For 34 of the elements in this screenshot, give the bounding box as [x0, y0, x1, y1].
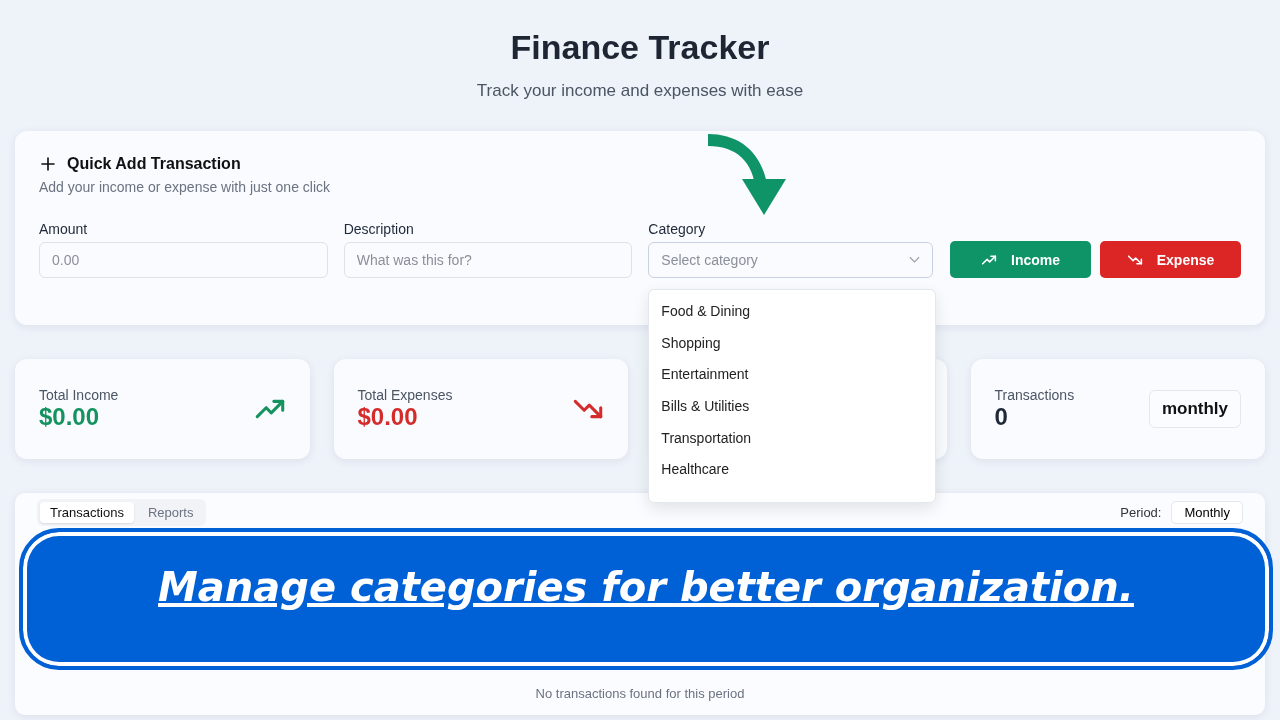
stat-label: Total Income	[39, 387, 119, 403]
card-subtitle: Add your income or expense with just one click	[39, 179, 332, 195]
caption-text: Manage categories for better organization.	[158, 564, 1134, 610]
tab[interactable]: Transactions	[40, 502, 134, 523]
dropdown-option[interactable]: Transportation	[649, 422, 936, 455]
trending-down-icon	[1126, 252, 1143, 267]
field-label: Amount	[39, 221, 89, 237]
trending-up-icon	[981, 252, 997, 267]
field-label: Description	[343, 221, 415, 237]
dropdown-option[interactable]: Healthcare	[649, 454, 936, 487]
dropdown-option[interactable]: Food & Dining	[649, 296, 936, 328]
stat-value: 0	[994, 403, 1009, 431]
dropdown-option[interactable]: Entertainment	[649, 359, 936, 392]
page-subtitle: Track your income and expenses with ease	[475, 81, 805, 101]
period-select[interactable]: Monthly	[1171, 501, 1243, 524]
expense-button[interactable]: Expense	[1100, 241, 1241, 278]
dropdown-option[interactable]: Shopping	[649, 327, 936, 360]
page-title: Finance Tracker	[509, 28, 771, 67]
field-label: Category	[648, 221, 707, 237]
input-field[interactable]: What was this for?	[343, 242, 633, 278]
stat-label: Transactions	[994, 387, 1075, 403]
stat-label: Total Expenses	[357, 387, 453, 403]
plus-icon	[39, 155, 57, 173]
card-title: Quick Add Transaction	[67, 155, 241, 173]
income-button[interactable]: Income	[950, 241, 1091, 278]
tab[interactable]: Reports	[137, 502, 204, 523]
stat-value: $0.00	[357, 403, 419, 431]
input-field[interactable]: 0.00	[39, 242, 328, 278]
chevron-down-icon	[909, 256, 920, 264]
dropdown-option[interactable]: Bills & Utilities	[649, 391, 936, 423]
stat-value: $0.00	[39, 403, 101, 431]
period-label: Period:	[1120, 505, 1162, 520]
period-badge: monthly	[1148, 390, 1241, 428]
empty-state-text: No transactions found for this period	[534, 686, 746, 701]
